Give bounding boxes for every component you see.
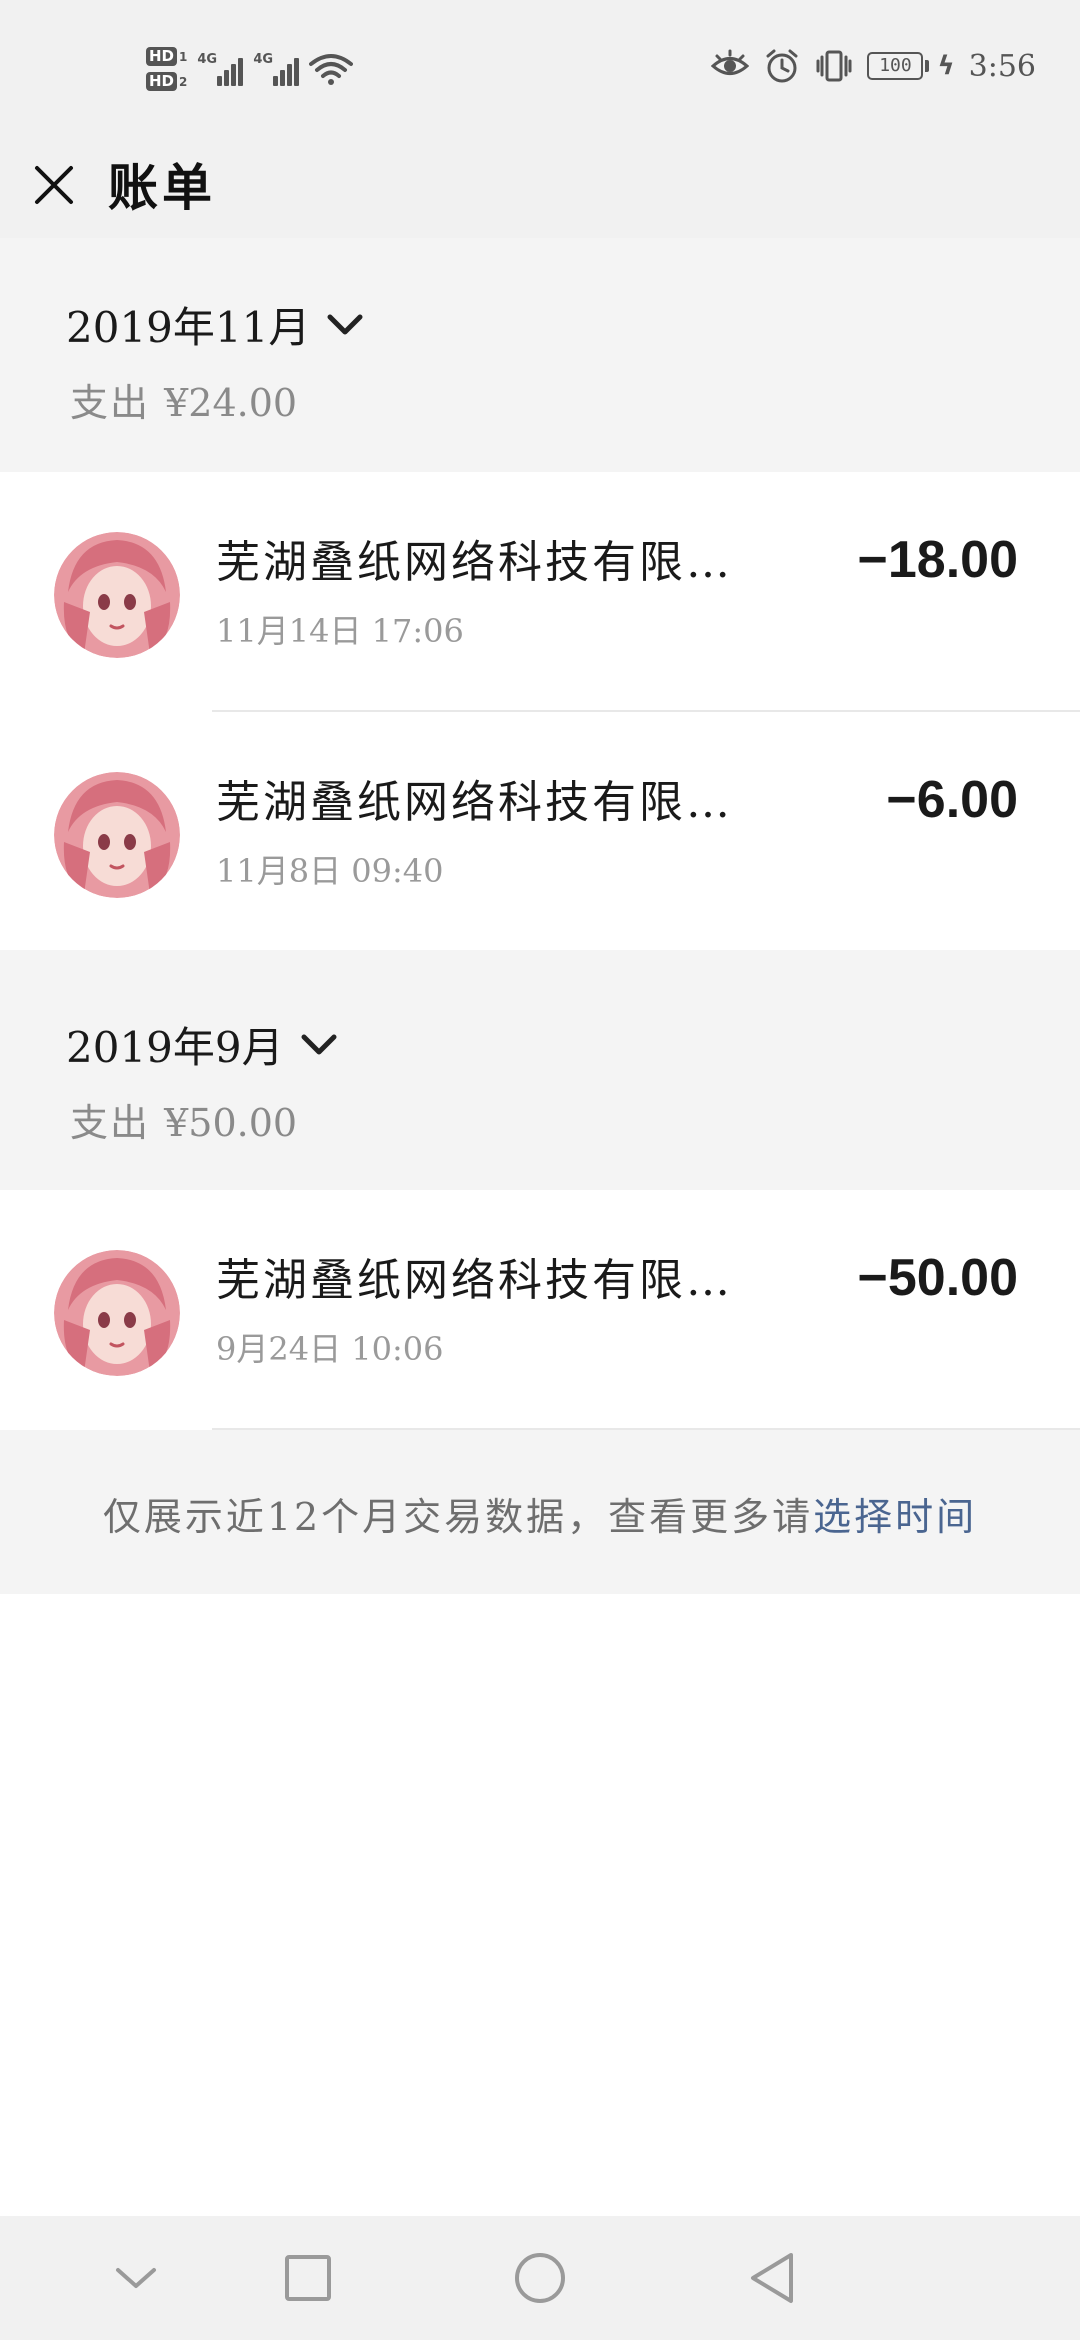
network-type: 4G bbox=[197, 52, 218, 67]
page-title: 账单 bbox=[108, 158, 216, 217]
app-header: 账单 bbox=[0, 132, 1080, 238]
chevron-down-icon bbox=[301, 1034, 337, 1054]
network-type: 4G bbox=[253, 52, 274, 67]
transaction-row[interactable]: 芜湖叠纸网络科技有限… 11月14日 17:06 −18.00 bbox=[0, 472, 1080, 712]
sim-number: 2 bbox=[179, 74, 188, 89]
summary-amount: ¥24.00 bbox=[164, 381, 298, 425]
transaction-row[interactable]: 芜湖叠纸网络科技有限… 11月8日 09:40 −6.00 bbox=[0, 712, 1080, 952]
transaction-amount: −18.00 bbox=[857, 531, 1019, 589]
footer-note: 仅展示近12个月交易数据，查看更多请选择时间 bbox=[0, 1486, 1080, 1541]
chevron-down-icon bbox=[116, 2268, 156, 2288]
status-bar: HD 1 HD 2 4G 4G 100 ϟ 3:56 bbox=[0, 0, 1080, 132]
transaction-time: 11月14日 17:06 bbox=[216, 612, 464, 650]
clock: 3:56 bbox=[968, 48, 1036, 84]
summary-amount: ¥50.00 bbox=[164, 1101, 298, 1145]
hd-sim2: HD 2 bbox=[146, 72, 187, 91]
avatar bbox=[54, 1250, 180, 1376]
wifi-icon bbox=[309, 54, 354, 85]
summary-label: 支出 bbox=[70, 381, 151, 425]
close-icon bbox=[35, 166, 73, 204]
merchant-name: 芜湖叠纸网络科技有限… bbox=[216, 537, 733, 588]
signal-icon: 4G bbox=[197, 52, 244, 86]
hide-nav-button[interactable] bbox=[106, 2248, 166, 2308]
summary-label: 支出 bbox=[70, 1101, 151, 1145]
status-right: 100 ϟ 3:56 bbox=[711, 44, 1036, 88]
back-button[interactable] bbox=[742, 2248, 802, 2308]
transaction-row[interactable]: 芜湖叠纸网络科技有限… 9月24日 10:06 −50.00 bbox=[0, 1190, 1080, 1430]
merchant-name: 芜湖叠纸网络科技有限… bbox=[216, 1255, 733, 1306]
battery-icon: 100 bbox=[867, 52, 930, 80]
transaction-amount: −6.00 bbox=[886, 771, 1018, 829]
vibrate-icon bbox=[816, 50, 852, 82]
footer-note-area: 仅展示近12个月交易数据，查看更多请选择时间 bbox=[0, 1430, 1080, 1594]
transaction-time: 9月24日 10:06 bbox=[216, 1330, 444, 1368]
select-time-link[interactable]: 选择时间 bbox=[813, 1495, 977, 1539]
hd-sim1: HD 1 bbox=[146, 47, 187, 66]
hd-indicators: HD 1 HD 2 bbox=[146, 47, 187, 91]
circle-icon bbox=[515, 2253, 565, 2303]
home-button[interactable] bbox=[510, 2248, 570, 2308]
month-section-header: 2019年9月 支出 ¥50.00 bbox=[0, 950, 1080, 1190]
square-icon bbox=[285, 2255, 331, 2301]
month-title: 2019年9月 bbox=[66, 1023, 284, 1072]
system-nav-bar bbox=[0, 2216, 1080, 2340]
merchant-name: 芜湖叠纸网络科技有限… bbox=[216, 777, 733, 828]
hd-label: HD bbox=[146, 47, 178, 66]
month-title: 2019年11月 bbox=[66, 303, 311, 352]
avatar bbox=[54, 772, 180, 898]
eye-icon bbox=[711, 49, 750, 75]
alarm-icon bbox=[766, 49, 798, 83]
recents-button[interactable] bbox=[278, 2248, 338, 2308]
month-summary: 支出 ¥50.00 bbox=[70, 1092, 297, 1147]
month-section-header: 2019年11月 支出 ¥24.00 bbox=[0, 238, 1080, 472]
sim-number: 1 bbox=[179, 49, 188, 64]
battery-level: 100 bbox=[867, 52, 924, 80]
avatar bbox=[54, 532, 180, 658]
chevron-down-icon bbox=[327, 314, 363, 334]
status-left: HD 1 HD 2 4G 4G bbox=[146, 34, 354, 104]
close-button[interactable] bbox=[30, 150, 78, 220]
month-summary: 支出 ¥24.00 bbox=[70, 372, 297, 427]
signal-icon: 4G bbox=[253, 52, 300, 86]
charging-icon: ϟ bbox=[937, 51, 955, 81]
transaction-amount: −50.00 bbox=[857, 1249, 1019, 1307]
footer-note-text: 仅展示近12个月交易数据，查看更多请 bbox=[102, 1495, 814, 1539]
transaction-time: 11月8日 09:40 bbox=[216, 852, 444, 890]
month-picker[interactable]: 2019年11月 bbox=[66, 294, 364, 355]
month-picker[interactable]: 2019年9月 bbox=[66, 1014, 338, 1075]
triangle-back-icon bbox=[751, 2253, 793, 2303]
hd-label: HD bbox=[146, 72, 178, 91]
